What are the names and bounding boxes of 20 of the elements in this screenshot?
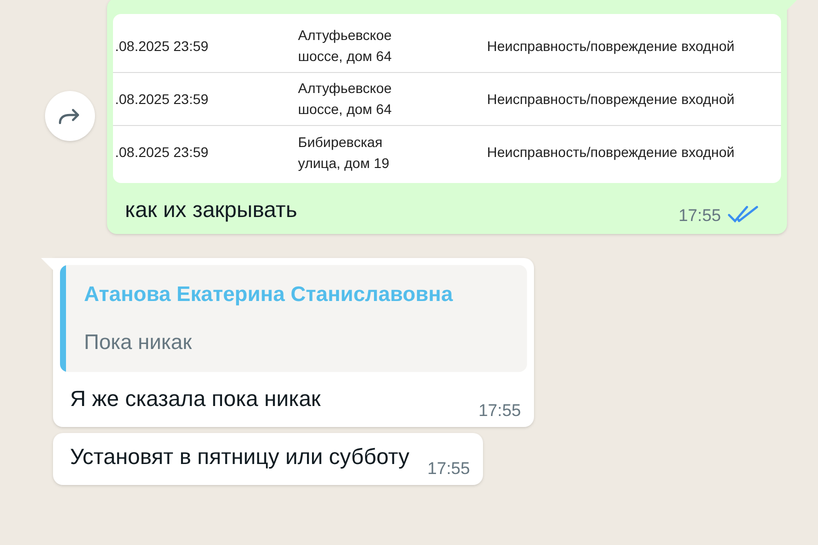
message-time: 17:55 bbox=[678, 204, 721, 226]
table-cell-text: Алтуфьевское шоссе, дом 64 bbox=[298, 79, 393, 119]
quoted-message[interactable]: Атанова Екатерина Станиславовна Пока никак bbox=[60, 265, 527, 372]
table-cell-text: Неисправность/повреждение входной bbox=[487, 143, 734, 162]
forward-icon bbox=[58, 107, 82, 125]
message-time: 17:55 bbox=[427, 458, 470, 480]
quote-text: Пока никак bbox=[84, 330, 193, 356]
table-cell-text: Неисправность/повреждение входной bbox=[487, 90, 734, 109]
table-cell-text: Алтуфьевское шоссе, дом 64 bbox=[298, 26, 393, 66]
message-time: 17:55 bbox=[478, 400, 521, 422]
message-text: как их закрывать bbox=[125, 196, 298, 224]
table-cell-text: .08.2025 23:59 bbox=[114, 90, 210, 108]
table-cell-text: .08.2025 23:59 bbox=[114, 143, 210, 162]
forward-button[interactable] bbox=[45, 91, 95, 141]
table-cell-text: .08.2025 23:59 bbox=[114, 36, 210, 56]
table-cell-text: Бибиревская улица, дом 19 bbox=[298, 132, 390, 173]
table-cell-text: Неисправность/повреждение входной bbox=[487, 36, 734, 56]
message-text: Установят в пятницу или субботу bbox=[70, 443, 410, 471]
message-text: Я же сказала пока никак bbox=[70, 385, 322, 413]
quote-author: Атанова Екатерина Станиславовна bbox=[84, 282, 453, 308]
